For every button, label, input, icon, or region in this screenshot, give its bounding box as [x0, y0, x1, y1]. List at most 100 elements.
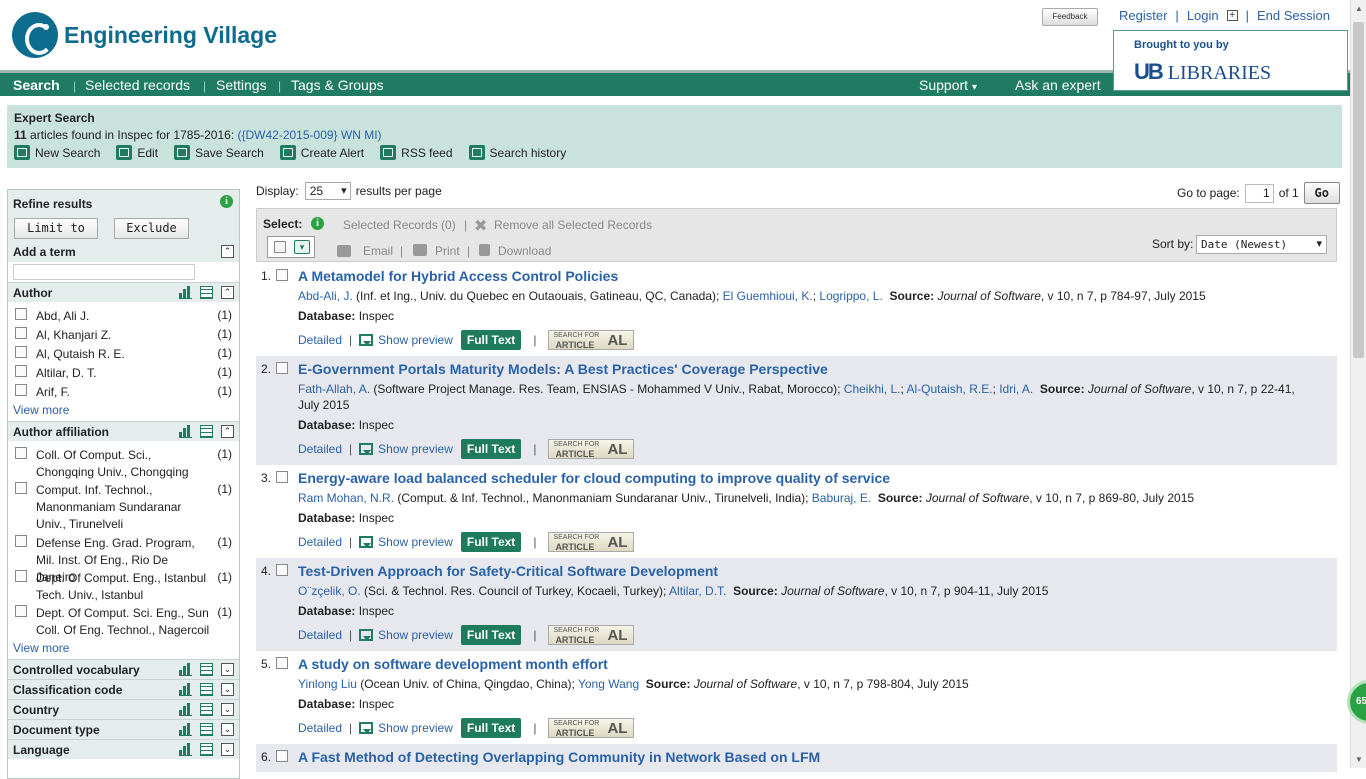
- record-title[interactable]: A Fast Method of Detecting Overlapping C…: [298, 748, 1337, 766]
- export-icon[interactable]: [200, 723, 213, 736]
- export-icon[interactable]: [200, 683, 213, 696]
- expand-icon[interactable]: ⌄: [221, 743, 234, 756]
- detailed-link[interactable]: Detailed: [298, 535, 342, 549]
- chart-icon[interactable]: [179, 723, 192, 736]
- facet-checkbox[interactable]: [15, 482, 27, 494]
- facet-item[interactable]: Dept. Of Comput. Sci. Eng., Sun Coll. Of…: [8, 603, 239, 639]
- show-preview-link[interactable]: Show preview: [359, 535, 453, 549]
- detailed-link[interactable]: Detailed: [298, 628, 342, 642]
- facet-checkbox[interactable]: [15, 384, 27, 396]
- export-icon[interactable]: [200, 663, 213, 676]
- select-dropdown-icon[interactable]: ▾: [294, 240, 310, 254]
- show-preview-link[interactable]: Show preview: [359, 442, 453, 456]
- full-text-button[interactable]: Full Text: [460, 330, 522, 350]
- facet-classification-code[interactable]: Classification code ⌄: [8, 679, 239, 699]
- download-link[interactable]: Download: [498, 244, 551, 258]
- end-session-link[interactable]: End Session: [1257, 8, 1330, 23]
- export-icon[interactable]: [200, 286, 213, 299]
- create-alert-action[interactable]: Create Alert: [279, 145, 364, 160]
- show-preview-link[interactable]: Show preview: [359, 628, 453, 642]
- chart-icon[interactable]: [179, 425, 192, 438]
- record-checkbox[interactable]: [276, 657, 288, 669]
- chart-icon[interactable]: [179, 703, 192, 716]
- record-checkbox[interactable]: [276, 564, 288, 576]
- print-link[interactable]: Print: [435, 244, 460, 258]
- facet-checkbox[interactable]: [15, 447, 27, 459]
- selected-records-link[interactable]: Selected Records (0): [343, 218, 456, 232]
- full-text-button[interactable]: Full Text: [460, 625, 522, 645]
- full-text-button[interactable]: Full Text: [460, 439, 522, 459]
- expand-icon[interactable]: ⌄: [221, 683, 234, 696]
- record-title[interactable]: A Metamodel for Hybrid Access Control Po…: [298, 267, 1337, 285]
- full-text-button[interactable]: Full Text: [460, 532, 522, 552]
- facet-item[interactable]: Abd, Ali J. (1): [8, 306, 239, 325]
- nav-support[interactable]: Support ▾: [919, 77, 977, 93]
- search-query-link[interactable]: ({DW42-2015-009} WN MI): [237, 128, 381, 142]
- show-preview-link[interactable]: Show preview: [359, 333, 453, 347]
- engineering-village-logo[interactable]: Engineering Village: [12, 12, 277, 58]
- facet-checkbox[interactable]: [15, 308, 27, 320]
- facet-checkbox[interactable]: [15, 570, 27, 582]
- facet-item[interactable]: Altilar, D. T. (1): [8, 363, 239, 382]
- record-title[interactable]: A study on software development month ef…: [298, 655, 1337, 673]
- facet-item[interactable]: Comput. Inf. Technol., Manonmaniam Sunda…: [8, 480, 239, 533]
- expand-icon[interactable]: +: [1226, 10, 1238, 21]
- info-icon[interactable]: i: [220, 195, 233, 208]
- chart-icon[interactable]: [179, 663, 192, 676]
- facet-item[interactable]: Al, Khanjari Z. (1): [8, 325, 239, 344]
- expand-icon[interactable]: ⌄: [221, 723, 234, 736]
- facet-language[interactable]: Language ⌄: [8, 739, 239, 759]
- facet-item[interactable]: Coll. Of Comput. Sci., Chongqing Univ., …: [8, 445, 239, 480]
- nav-search[interactable]: Search: [13, 77, 60, 93]
- facet-checkbox[interactable]: [15, 605, 27, 617]
- chart-icon[interactable]: [179, 683, 192, 696]
- search-for-article-button[interactable]: SEARCH FOR ARTICLE AL: [548, 625, 635, 645]
- author-view-more-link[interactable]: View more: [8, 401, 239, 421]
- record-title[interactable]: Test-Driven Approach for Safety-Critical…: [298, 562, 1337, 580]
- nav-tags-groups[interactable]: Tags & Groups: [291, 77, 384, 93]
- facet-document-type[interactable]: Document type ⌄: [8, 719, 239, 739]
- record-checkbox[interactable]: [276, 269, 288, 281]
- edit-action[interactable]: Edit: [116, 145, 158, 160]
- collapse-icon[interactable]: ⌃: [221, 245, 234, 258]
- facet-item[interactable]: Al, Qutaish R. E. (1): [8, 344, 239, 363]
- record-checkbox[interactable]: [276, 471, 288, 483]
- exclude-button[interactable]: Exclude: [114, 218, 189, 239]
- facet-country[interactable]: Country ⌄: [8, 699, 239, 719]
- login-link[interactable]: Login: [1187, 8, 1219, 23]
- facet-checkbox[interactable]: [15, 365, 27, 377]
- select-all-checkbox[interactable]: [274, 241, 286, 253]
- record-checkbox[interactable]: [276, 362, 288, 374]
- scrollbar-thumb[interactable]: [1353, 22, 1364, 358]
- search-for-article-button[interactable]: SEARCH FOR ARTICLE AL: [548, 330, 635, 350]
- page-scrollbar[interactable]: ▲ ▼: [1350, 0, 1366, 768]
- page-number-input[interactable]: 1: [1244, 183, 1274, 203]
- ub-libraries-logo[interactable]: UB LIBRARIES: [1134, 59, 1271, 85]
- detailed-link[interactable]: Detailed: [298, 721, 342, 735]
- expand-icon[interactable]: ⌄: [221, 703, 234, 716]
- facet-item[interactable]: Defense Eng. Grad. Program, Mil. Inst. O…: [8, 533, 239, 584]
- facet-item[interactable]: Dept. Of Comput. Eng., Istanbul Tech. Un…: [8, 568, 239, 603]
- facet-controlled-vocabulary[interactable]: Controlled vocabulary ⌄: [8, 659, 239, 679]
- nav-settings[interactable]: Settings: [216, 77, 267, 93]
- record-title[interactable]: Energy-aware load balanced scheduler for…: [298, 469, 1337, 487]
- collapse-icon[interactable]: ⌃: [221, 425, 234, 438]
- affiliation-view-more-link[interactable]: View more: [8, 639, 239, 659]
- detailed-link[interactable]: Detailed: [298, 333, 342, 347]
- scroll-up-icon[interactable]: ▲: [1355, 4, 1363, 13]
- nav-selected-records[interactable]: Selected records: [85, 77, 190, 93]
- sort-select[interactable]: Date (Newest): [1196, 235, 1327, 254]
- chart-icon[interactable]: [179, 286, 192, 299]
- record-checkbox[interactable]: [276, 750, 288, 762]
- export-icon[interactable]: [200, 425, 213, 438]
- add-term-input[interactable]: [13, 264, 195, 280]
- export-icon[interactable]: [200, 743, 213, 756]
- search-for-article-button[interactable]: SEARCH FOR ARTICLE AL: [548, 439, 635, 459]
- facet-checkbox[interactable]: [15, 535, 27, 547]
- feedback-button[interactable]: Feedback: [1042, 8, 1098, 26]
- rss-feed-action[interactable]: RSS feed: [380, 145, 453, 160]
- nav-ask-expert[interactable]: Ask an expert: [1015, 77, 1101, 93]
- search-for-article-button[interactable]: SEARCH FOR ARTICLE AL: [548, 718, 635, 738]
- email-link[interactable]: Email: [363, 244, 393, 258]
- export-icon[interactable]: [200, 703, 213, 716]
